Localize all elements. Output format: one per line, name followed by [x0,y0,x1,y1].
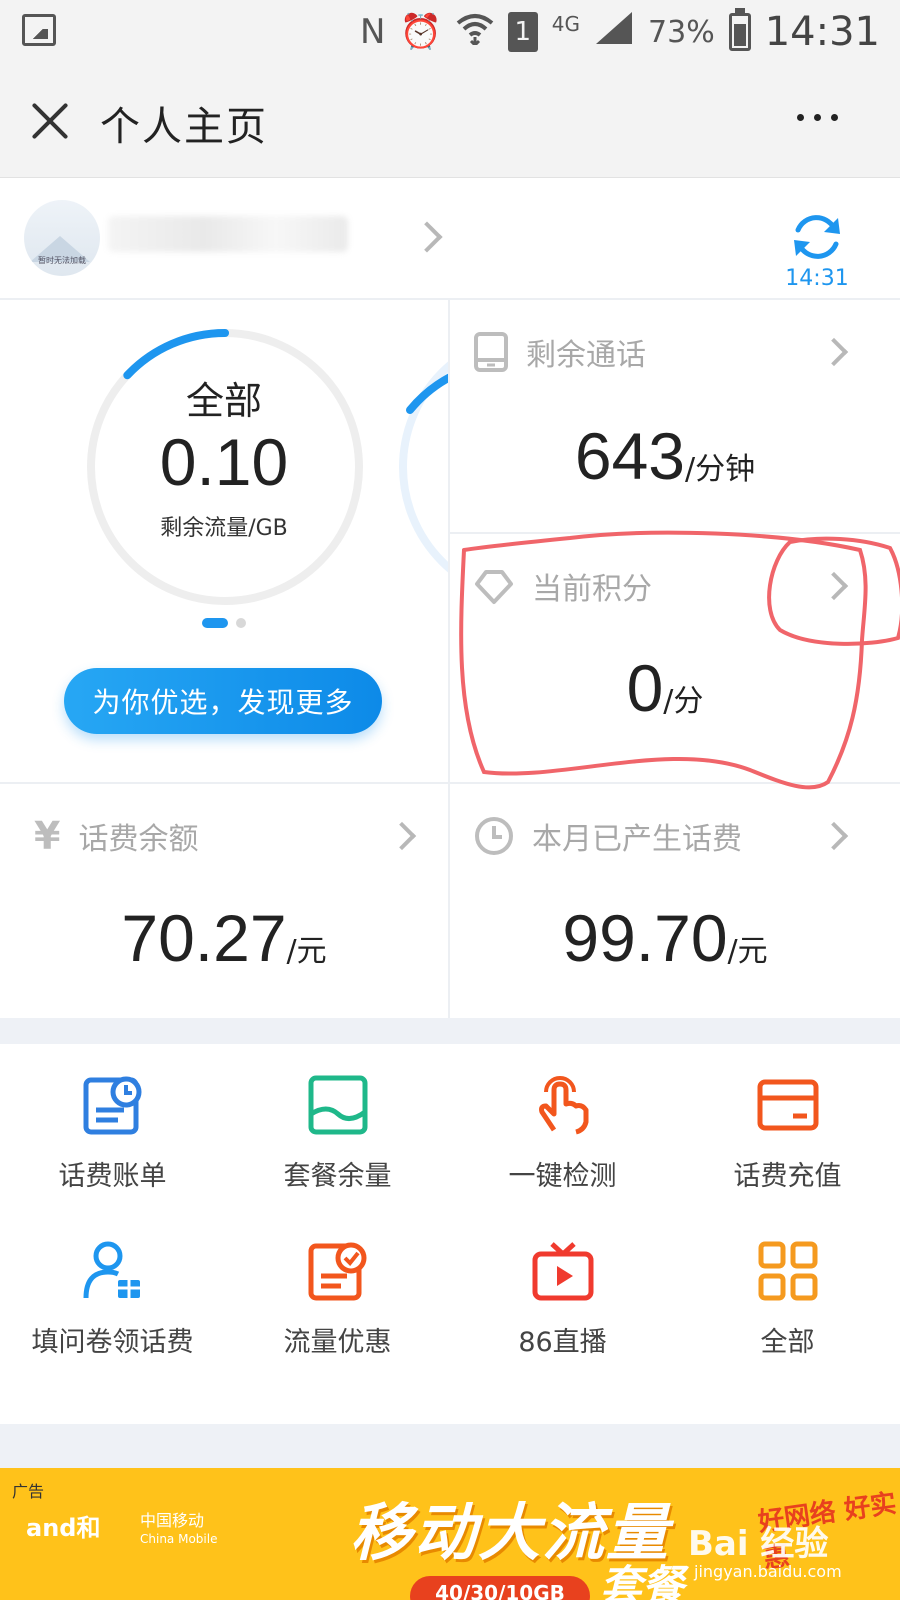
ring-sublabel: 剩余流量/GB [160,516,288,541]
ad-banner[interactable]: 广告 and和 中国移动 China Mobile 移动大流量 40/30/10… [0,1468,900,1600]
phone-icon [474,332,508,372]
chevron-right-icon[interactable] [819,337,849,367]
baidu-watermark: Bai 经验 [688,1524,829,1564]
close-icon[interactable] [28,99,72,143]
battery-percent: 73% [648,14,715,50]
bill-icon [83,1076,142,1135]
sim-icon: 1 [507,12,538,52]
current-points-tile[interactable]: 当前积分 0/分 [450,534,900,782]
ring-label: 全部 [185,379,262,423]
menu-item-bill[interactable]: 话费账单 [0,1044,225,1204]
balance-label: 话费余额 [78,822,199,857]
menu-label: 全部 [760,1327,815,1358]
package-icon [308,1075,368,1135]
menu-label: 套餐余量 [283,1161,392,1192]
data-usage-carousel[interactable]: 全部 0.10 剩余流量/GB 为你优选，发现更多 [0,300,448,782]
calls-unit: /分钟 [685,452,756,487]
menu-item-package[interactable]: 套餐余量 [225,1044,450,1204]
monthly-unit: /元 [727,934,768,969]
menu-label: 话费账单 [58,1161,167,1192]
status-bar: N ⏰ 1 4G 73% 14:31 [0,0,900,64]
menu-item-check[interactable]: 一键检测 [450,1044,675,1204]
service-menu: 话费账单 套餐余量 一键检测 话费充值 填问卷领话费 流量优惠 86直播 全部 [0,1044,900,1424]
page-title: 个人主页 [100,104,268,150]
signal-icon [594,10,634,55]
ad-data-pill: 40/30/10GB [410,1576,590,1600]
menu-label: 流量优惠 [283,1327,392,1358]
carousel-pager[interactable] [202,618,246,628]
menu-item-live[interactable]: 86直播 [450,1210,675,1370]
menu-item-survey[interactable]: 填问卷领话费 [0,1210,225,1370]
data-deal-icon [308,1242,367,1301]
calls-value: 643 [574,419,685,493]
points-value: 0 [626,651,664,725]
yuan-icon: ¥ [34,814,61,858]
calls-label: 剩余通话 [526,338,646,373]
points-unit: /分 [663,684,704,719]
more-menu-icon[interactable] [797,114,838,121]
monthly-charges-tile[interactable]: 本月已产生话费 99.70/元 [450,784,900,1018]
baidu-watermark-url: jingyan.baidu.com [694,1562,842,1581]
alarm-icon: ⏰ [399,12,442,52]
tap-icon [539,1076,589,1135]
china-mobile-logo: 中国移动 China Mobile [140,1511,218,1547]
remaining-calls-tile[interactable]: 剩余通话 643/分钟 [450,300,900,532]
balance-tile[interactable]: ¥ 话费余额 70.27/元 [0,784,448,1018]
chevron-right-icon[interactable] [819,821,849,851]
menu-item-recharge[interactable]: 话费充值 [675,1044,900,1204]
monthly-value: 99.70 [562,901,728,975]
survey-gift-icon [83,1241,140,1299]
avatar[interactable]: 暂时无法加载 [24,200,100,276]
points-label: 当前积分 [532,572,652,607]
menu-label: 86直播 [518,1327,607,1358]
menu-item-data-deal[interactable]: 流量优惠 [225,1210,450,1370]
profile-row[interactable]: 暂时无法加载 14:31 [0,178,900,300]
refresh-time: 14:31 [785,266,849,291]
balance-value: 70.27 [121,901,287,975]
ring-value: 0.10 [159,425,289,499]
monthly-label: 本月已产生话费 [532,822,742,857]
ad-brand-logo: and和 [26,1514,101,1542]
clock: 14:31 [764,9,880,55]
network-type: 4G [551,12,581,36]
wifi-icon [456,11,494,54]
app-header: 个人主页 [0,64,900,178]
ad-tag: 广告 [12,1482,45,1501]
ad-package-word: 套餐 [600,1561,685,1600]
blurred-phone-number [108,216,348,252]
menu-label: 话费充值 [733,1161,842,1192]
live-tv-icon [532,1242,594,1301]
menu-item-all[interactable]: 全部 [675,1210,900,1370]
card-icon [757,1079,819,1131]
grid-icon [758,1241,818,1301]
refresh-icon[interactable] [788,208,846,266]
clock-icon [475,817,513,855]
diamond-icon [475,570,513,604]
nfc-icon: N [360,12,386,52]
chevron-right-icon[interactable] [819,571,849,601]
status-icons: N ⏰ 1 4G 73% 14:31 [360,8,880,56]
promo-button[interactable]: 为你优选，发现更多 [64,668,382,734]
dashboard: 全部 0.10 剩余流量/GB 为你优选，发现更多 剩余通话 643/分钟 当前… [0,300,900,1018]
chevron-right-icon[interactable] [387,821,417,851]
menu-label: 一键检测 [508,1161,617,1192]
balance-unit: /元 [286,934,327,969]
avatar-caption: 暂时无法加载 [38,256,86,265]
chevron-right-icon[interactable] [411,221,443,253]
gallery-notification-icon [22,14,56,46]
menu-label: 填问卷领话费 [31,1327,194,1358]
battery-icon [728,8,751,51]
